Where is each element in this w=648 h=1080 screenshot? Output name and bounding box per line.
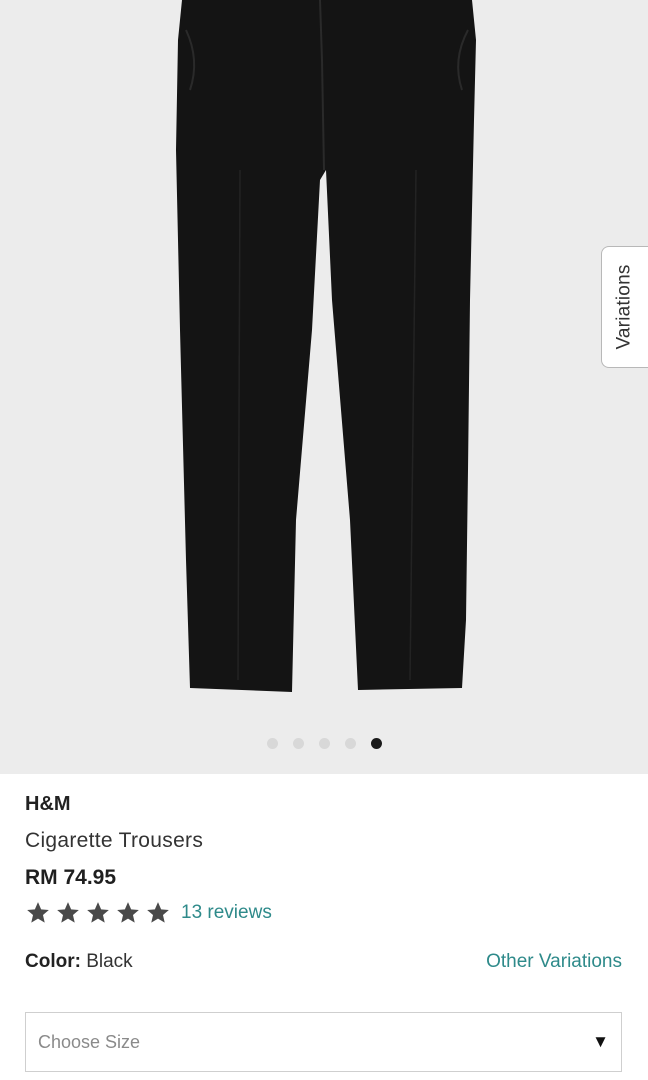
star-icon — [27, 902, 49, 923]
carousel-dot[interactable] — [266, 738, 278, 749]
reviews-link[interactable]: 13 reviews — [181, 902, 272, 924]
carousel-dot-active[interactable] — [370, 738, 382, 749]
brand-name: H&M — [25, 793, 71, 815]
size-select[interactable]: Choose Size ▼ — [25, 1012, 622, 1072]
carousel-dot[interactable] — [344, 738, 356, 749]
star-icon — [117, 902, 139, 923]
star-icon — [147, 902, 169, 923]
variations-tab-label: Variations — [614, 264, 635, 350]
product-image[interactable]: Variations — [0, 0, 648, 774]
carousel-dot[interactable] — [318, 738, 330, 749]
carousel-dot[interactable] — [292, 738, 304, 749]
chevron-down-icon: ▼ — [592, 1032, 609, 1051]
color-label: Color: — [25, 951, 81, 972]
variations-tab[interactable]: Variations — [601, 246, 648, 368]
other-variations-link[interactable]: Other Variations — [486, 951, 622, 973]
star-rating — [25, 900, 171, 926]
color-value: Black — [86, 951, 133, 972]
color-row: Color: Black Other Variations — [25, 951, 622, 973]
star-icon — [87, 902, 109, 923]
rating-row: 13 reviews — [25, 900, 272, 926]
product-name: Cigarette Trousers — [25, 829, 204, 852]
star-icon — [57, 902, 79, 923]
carousel-dots — [0, 738, 648, 749]
size-placeholder: Choose Size — [38, 1031, 141, 1052]
product-price: RM 74.95 — [25, 866, 117, 889]
trousers-image — [176, 0, 476, 692]
